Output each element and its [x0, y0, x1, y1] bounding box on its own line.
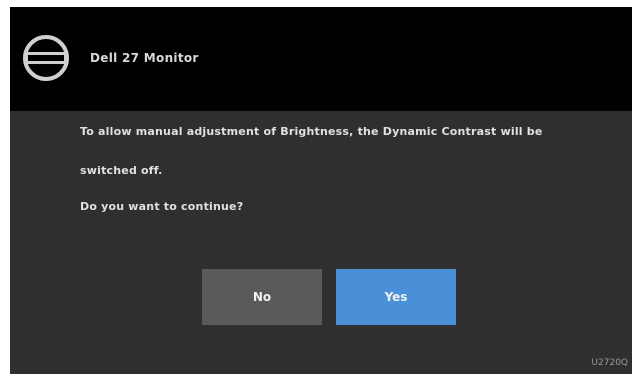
- confirm-question: Do you want to continue?: [80, 200, 244, 213]
- dialog-title: Dell 27 Monitor: [90, 51, 199, 65]
- yes-button[interactable]: Yes: [336, 269, 456, 325]
- message-line-2: switched off.: [80, 164, 163, 177]
- message-line-1: To allow manual adjustment of Brightness…: [80, 125, 543, 138]
- no-button[interactable]: No: [202, 269, 322, 325]
- dell-logo-icon: [23, 35, 69, 81]
- model-code: U2720Q: [591, 358, 628, 368]
- osd-dialog: Dell 27 Monitor To allow manual adjustme…: [10, 7, 632, 374]
- dialog-titlebar: Dell 27 Monitor: [10, 7, 632, 111]
